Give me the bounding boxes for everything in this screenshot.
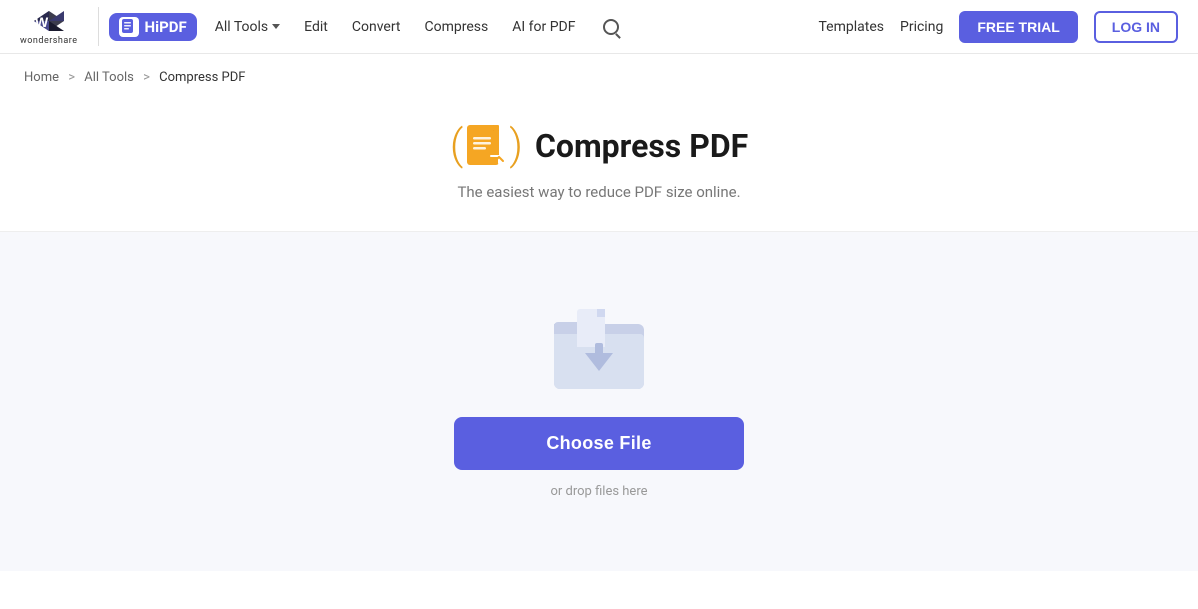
wondershare-icon: W xyxy=(31,7,67,35)
wondershare-text: wondershare xyxy=(20,36,78,46)
upload-section: Choose File or drop files here xyxy=(0,231,1198,571)
hero-title-wrapper: ( ) Compress PDF xyxy=(0,121,1198,171)
nav-ai-for-pdf[interactable]: AI for PDF xyxy=(502,13,585,41)
hipdf-logo-icon xyxy=(119,17,139,37)
svg-text:W: W xyxy=(35,14,49,30)
search-icon xyxy=(603,19,619,35)
breadcrumb-sep-2: > xyxy=(143,70,150,85)
nav-templates[interactable]: Templates xyxy=(819,19,885,35)
login-button[interactable]: LOG IN xyxy=(1094,11,1178,43)
nav-all-tools[interactable]: All Tools xyxy=(205,13,290,41)
search-button[interactable] xyxy=(593,13,629,41)
upload-arrow-icon xyxy=(585,353,613,371)
nav-right: Templates Pricing FREE TRIAL LOG IN xyxy=(819,11,1179,43)
main-nav: All Tools Edit Convert Compress AI for P… xyxy=(205,13,630,41)
wondershare-logo[interactable]: W wondershare xyxy=(20,7,78,46)
nav-edit[interactable]: Edit xyxy=(294,13,338,41)
pdf-document-icon xyxy=(465,121,507,171)
paren-left-icon: ( xyxy=(450,125,463,167)
breadcrumb-all-tools[interactable]: All Tools xyxy=(84,70,134,85)
paper-icon xyxy=(577,309,605,347)
nav-convert[interactable]: Convert xyxy=(342,13,411,41)
header: W wondershare HiPDF All Tools Edit Conve… xyxy=(0,0,1198,54)
hipdf-badge[interactable]: HiPDF xyxy=(109,13,197,41)
nav-compress[interactable]: Compress xyxy=(415,13,499,41)
breadcrumb-sep-1: > xyxy=(68,70,75,85)
nav-pricing[interactable]: Pricing xyxy=(900,19,943,35)
compress-pdf-icon: ( ) xyxy=(450,121,523,171)
chevron-down-icon xyxy=(272,24,280,29)
choose-file-button[interactable]: Choose File xyxy=(454,417,744,470)
breadcrumb-current: Compress PDF xyxy=(159,70,245,85)
hero-section: ( ) Compress PDF The easiest way to redu… xyxy=(0,101,1198,231)
logo-section: W wondershare xyxy=(20,7,99,46)
drop-files-text: or drop files here xyxy=(550,484,647,499)
free-trial-button[interactable]: FREE TRIAL xyxy=(959,11,1077,43)
hipdf-label: HiPDF xyxy=(145,18,187,36)
page-title: Compress PDF xyxy=(535,127,748,165)
breadcrumb: Home > All Tools > Compress PDF xyxy=(0,54,1198,101)
folder-illustration xyxy=(549,304,649,389)
hipdf-doc-icon xyxy=(121,18,137,36)
hero-subtitle: The easiest way to reduce PDF size onlin… xyxy=(0,183,1198,201)
paren-right-icon: ) xyxy=(509,125,523,167)
breadcrumb-home[interactable]: Home xyxy=(24,70,59,85)
